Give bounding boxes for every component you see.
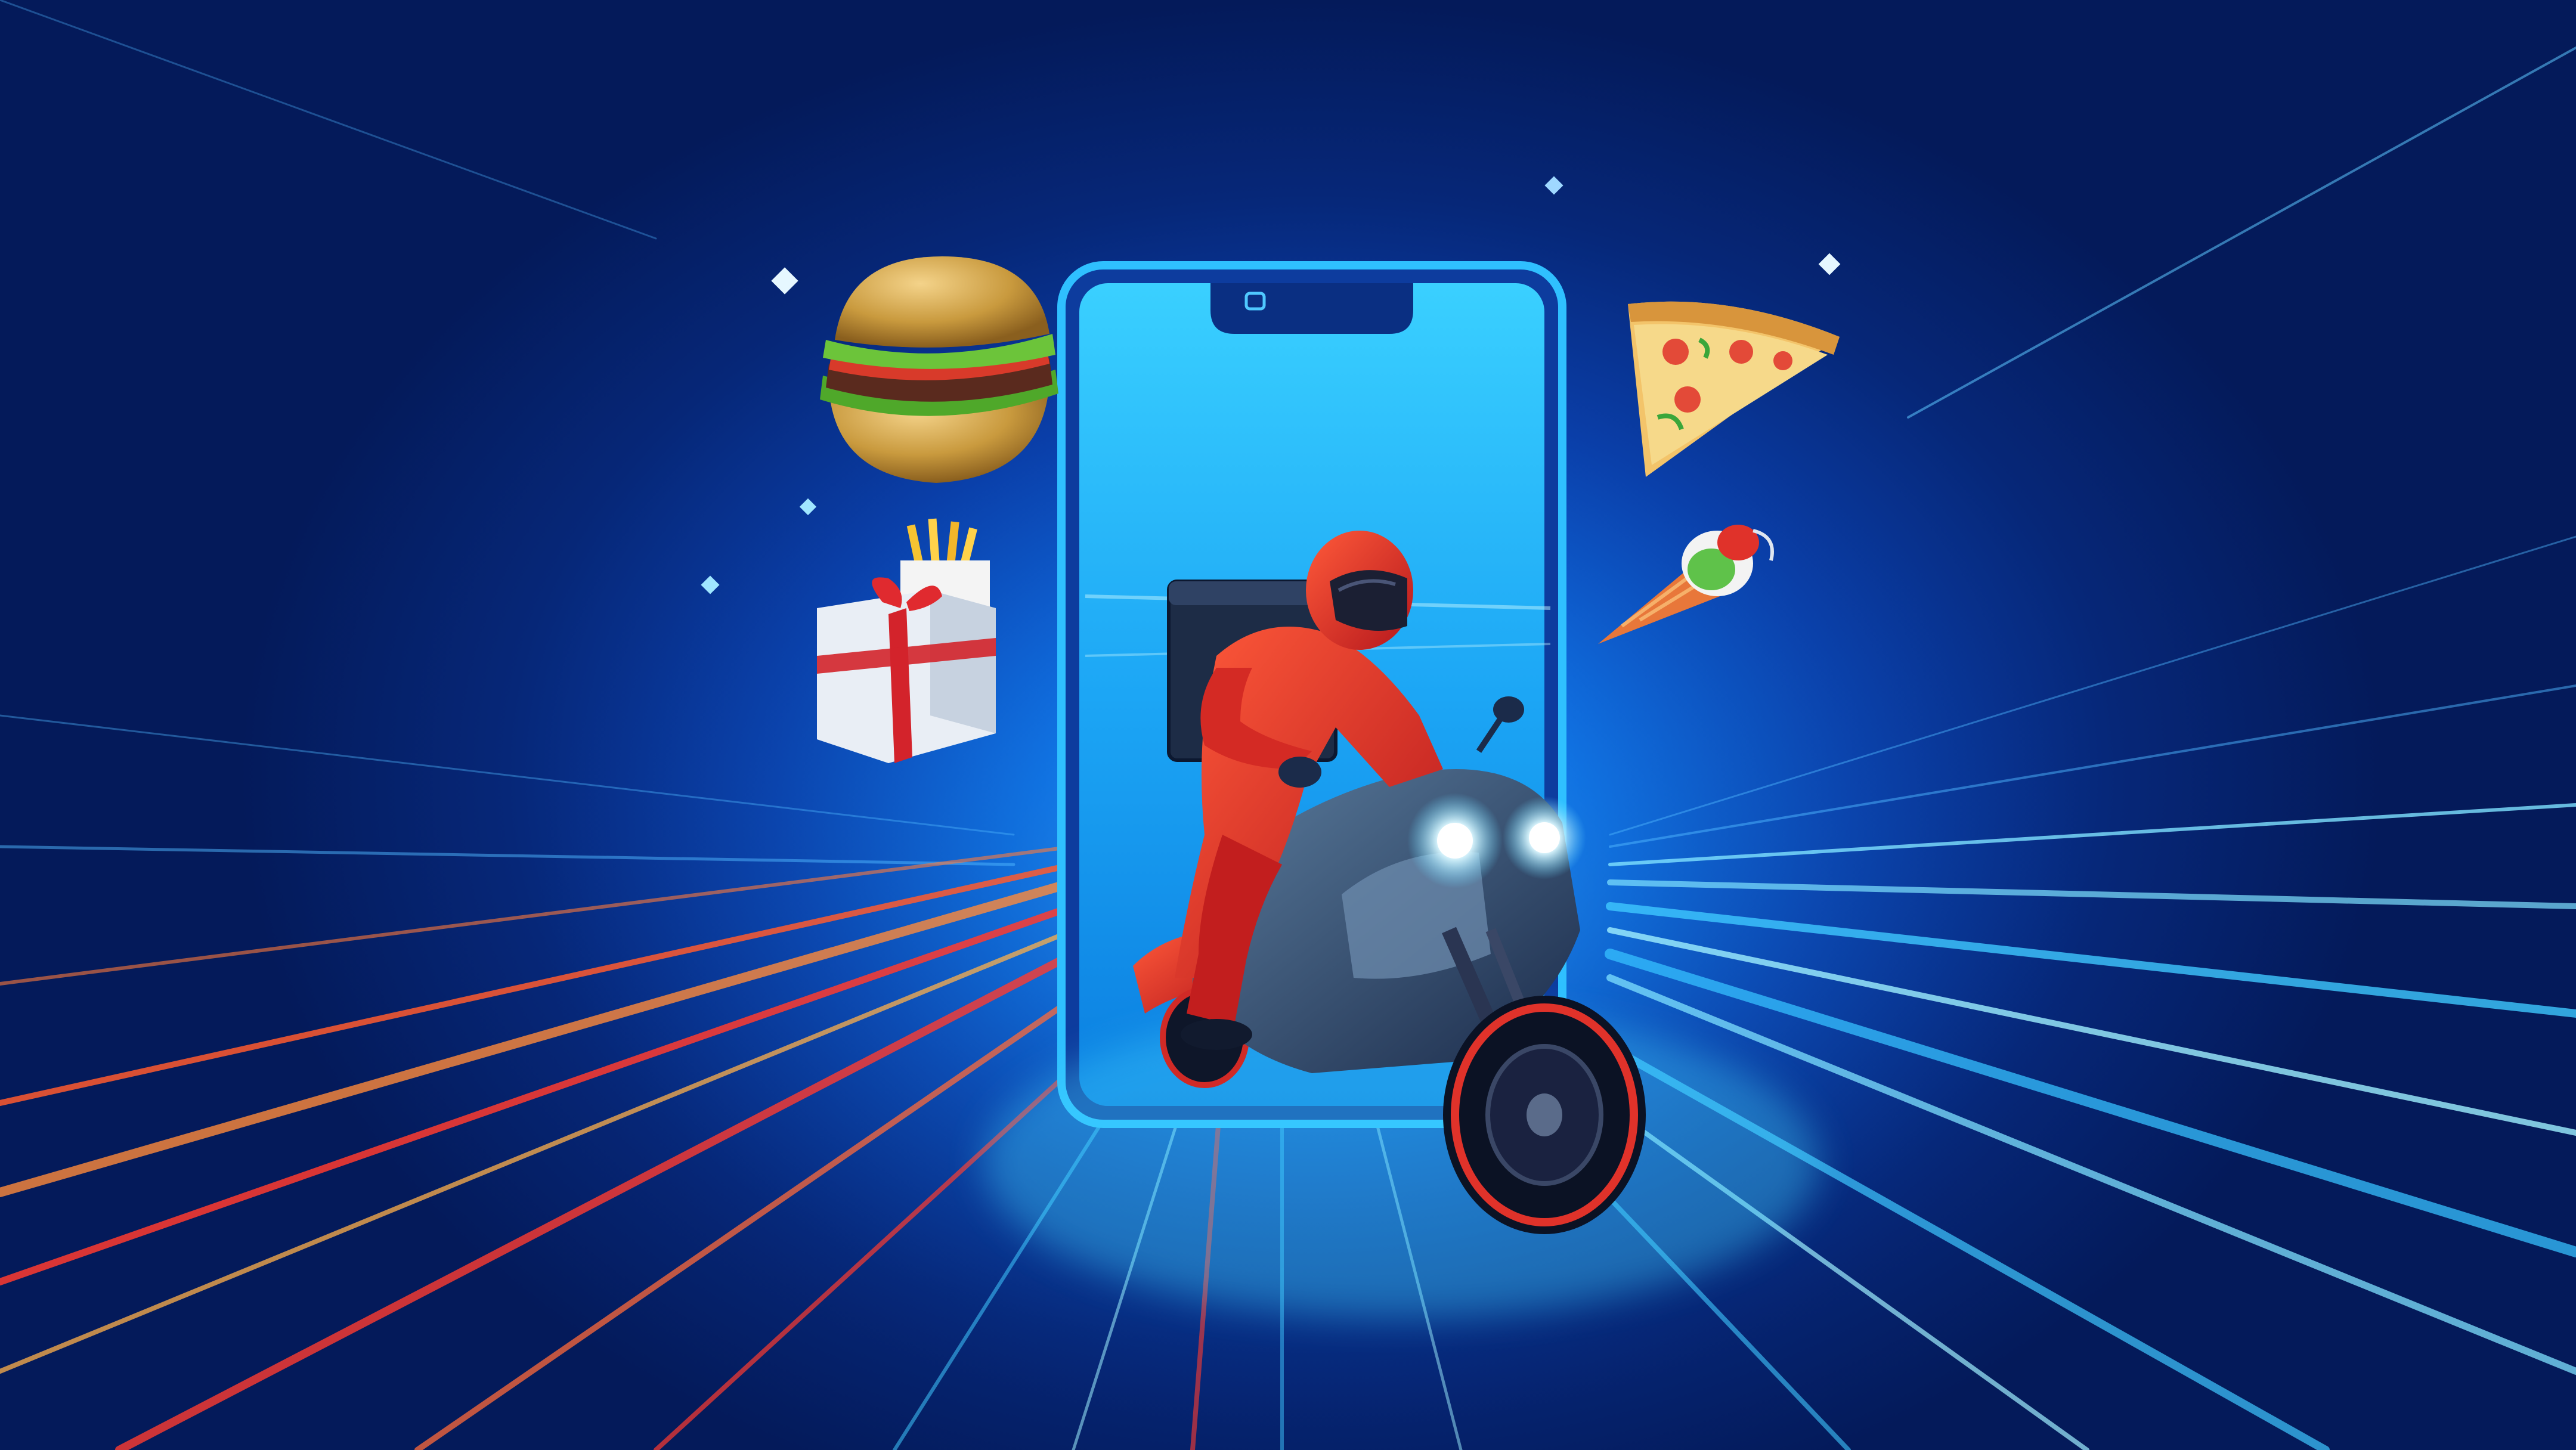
burger-icon [820,256,1058,483]
front-wheel [1443,996,1646,1234]
rider-helmet [1306,531,1413,650]
delivery-scene [0,0,2576,1450]
scene-artwork [0,0,2576,1450]
